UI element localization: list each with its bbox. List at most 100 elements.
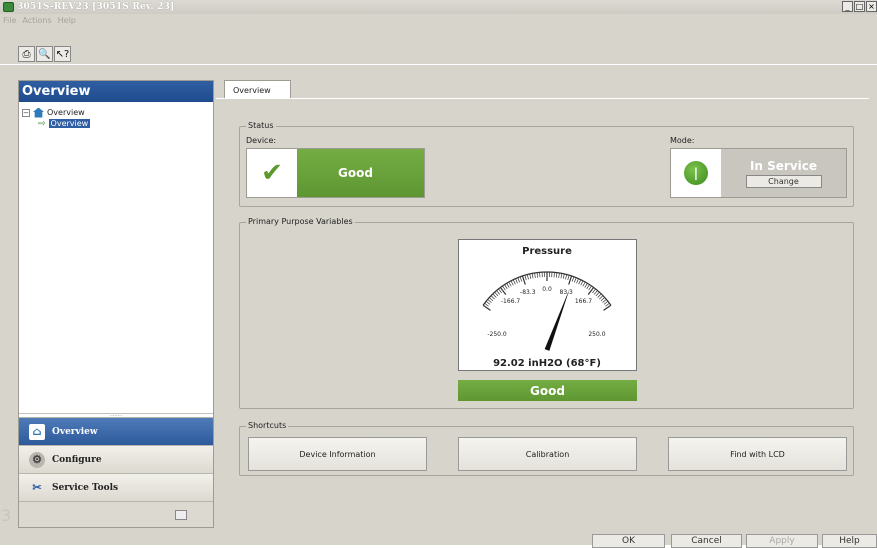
nav-service-tools[interactable]: ✂ Service Tools — [19, 473, 213, 501]
mode-status-body: In Service Change — [721, 149, 846, 197]
device-label: Device: — [246, 136, 276, 145]
gauge-minor-tick — [518, 278, 520, 283]
status-group-label: Status — [246, 121, 276, 130]
gauge-minor-tick — [576, 279, 578, 284]
gauge-minor-tick — [561, 273, 562, 278]
gauge-reading: 92.02 inH2O (68°F) — [493, 358, 601, 369]
gauge-minor-tick — [486, 301, 490, 304]
gauge-minor-tick — [589, 286, 592, 290]
gauge-minor-tick — [594, 291, 597, 295]
menu-help[interactable]: Help — [58, 16, 76, 25]
gauge-minor-tick — [585, 283, 588, 287]
pressure-gauge-graphic: Pressure 92.02 inH2O (68°F) -250.0-166.7… — [459, 240, 636, 370]
tab-overview[interactable]: Overview — [224, 80, 291, 99]
print-button[interactable]: ⎙ — [18, 46, 35, 62]
gauge-minor-tick — [601, 297, 605, 300]
gauge-minor-tick — [525, 275, 526, 280]
tree-node-child[interactable]: ⇨ Overview — [22, 118, 213, 129]
cancel-button[interactable]: Cancel — [671, 534, 742, 548]
shortcuts-label: Shortcuts — [246, 421, 288, 430]
gauge-minor-tick — [563, 274, 564, 279]
menu-bar: File Actions Help — [0, 14, 76, 27]
tab-strip: Overview — [224, 80, 291, 99]
device-status-value: Good — [297, 149, 424, 197]
gauge-minor-tick — [579, 280, 581, 285]
primary-variables-group: Primary Purpose Variables Pressure 92.02… — [239, 222, 854, 409]
gauge-minor-tick — [572, 277, 574, 282]
change-mode-button[interactable]: Change — [746, 175, 822, 188]
primary-variables-label: Primary Purpose Variables — [246, 217, 355, 226]
toolbar-divider — [0, 64, 877, 65]
find-with-lcd-button[interactable]: Find with LCD — [668, 437, 847, 471]
gauge-major-tick — [569, 276, 572, 285]
gauge-minor-tick — [498, 289, 501, 293]
print-preview-button[interactable]: 🔍 — [36, 46, 53, 62]
device-status-indicator: ✔ Good — [246, 148, 425, 198]
folder-icon[interactable] — [175, 510, 187, 520]
status-group: Status Device: Mode: ✔ Good | In Service… — [239, 126, 854, 207]
gauge-minor-tick — [520, 277, 522, 282]
mode-label: Mode: — [670, 136, 695, 145]
gauge-minor-tick — [511, 281, 513, 285]
arrow-right-icon: ⇨ — [38, 119, 46, 129]
nav-configure-label: Configure — [52, 455, 102, 465]
nav-overview[interactable]: ⌂ Overview — [19, 417, 213, 445]
tree-child-label[interactable]: Overview — [49, 119, 91, 128]
context-help-button[interactable]: ↖? — [54, 46, 71, 62]
mode-icon-frame: | — [671, 149, 721, 197]
gauge-minor-tick — [592, 289, 595, 293]
gauge-minor-tick — [505, 285, 508, 289]
gauge-minor-tick — [603, 299, 607, 302]
home-icon: ⌂ — [29, 424, 45, 440]
apply-button[interactable]: Apply — [746, 534, 818, 548]
shortcuts-group: Shortcuts Device Information Calibration… — [239, 426, 854, 476]
help-button[interactable]: Help — [822, 534, 877, 548]
close-button[interactable]: × — [866, 1, 877, 12]
toolbar: ⎙ 🔍 ↖? — [18, 46, 71, 62]
gauge-minor-tick — [537, 273, 538, 278]
mode-status-indicator: | In Service Change — [670, 148, 847, 198]
gauge-minor-tick — [485, 303, 489, 306]
power-icon: | — [684, 161, 708, 185]
menu-actions[interactable]: Actions — [22, 16, 51, 25]
gauge-minor-tick — [581, 281, 583, 285]
gauge-minor-tick — [493, 294, 496, 298]
gauge-tick-label: -83.3 — [520, 289, 536, 296]
gauge-minor-tick — [515, 279, 517, 284]
minimize-button[interactable]: _ — [842, 1, 853, 12]
gauge-minor-tick — [605, 303, 609, 306]
nav-footer — [19, 501, 213, 527]
calibration-button[interactable]: Calibration — [458, 437, 637, 471]
menu-file[interactable]: File — [3, 16, 16, 25]
collapse-icon[interactable]: − — [22, 109, 30, 117]
app-window: 3051S-REV23 [3051S Rev. 23] _ □ × File A… — [0, 0, 877, 545]
navigation-panel: Overview − Overview ⇨ Overview ........ … — [18, 80, 214, 528]
nav-overview-label: Overview — [52, 427, 98, 437]
gauge-minor-tick — [598, 294, 601, 298]
device-information-button[interactable]: Device Information — [248, 437, 427, 471]
tree-node-root[interactable]: − Overview — [22, 107, 213, 118]
nav-buttons: ........ ⌂ Overview ⚙ Configure ✂ Servic… — [19, 413, 213, 527]
ok-button[interactable]: OK — [592, 534, 665, 548]
nav-configure[interactable]: ⚙ Configure — [19, 445, 213, 473]
window-title: 3051S-REV23 [3051S Rev. 23] — [17, 2, 175, 12]
gauge-minor-tick — [568, 275, 569, 280]
gauge-minor-tick — [507, 283, 510, 287]
gauge-tick-label: 166.7 — [575, 298, 592, 305]
title-bar: 3051S-REV23 [3051S Rev. 23] _ □ × — [0, 0, 877, 14]
gauge-minor-tick — [559, 273, 560, 278]
tree-root-label[interactable]: Overview — [47, 108, 85, 117]
home-icon — [33, 108, 44, 118]
configure-icon: ⚙ — [29, 452, 45, 468]
gauge-major-tick — [604, 305, 611, 310]
window-controls: _ □ × — [842, 1, 877, 12]
overview-panel: Status Device: Mode: ✔ Good | In Service… — [216, 98, 869, 529]
gauge-minor-tick — [497, 291, 500, 295]
pressure-status-value: Good — [458, 380, 637, 401]
gauge-major-tick — [483, 305, 490, 310]
maximize-button[interactable]: □ — [854, 1, 865, 12]
gauge-minor-tick — [574, 278, 576, 283]
context-help-icon: ↖? — [56, 49, 70, 60]
gauge-major-tick — [588, 287, 593, 294]
sidebar-heading: Overview — [19, 81, 213, 102]
